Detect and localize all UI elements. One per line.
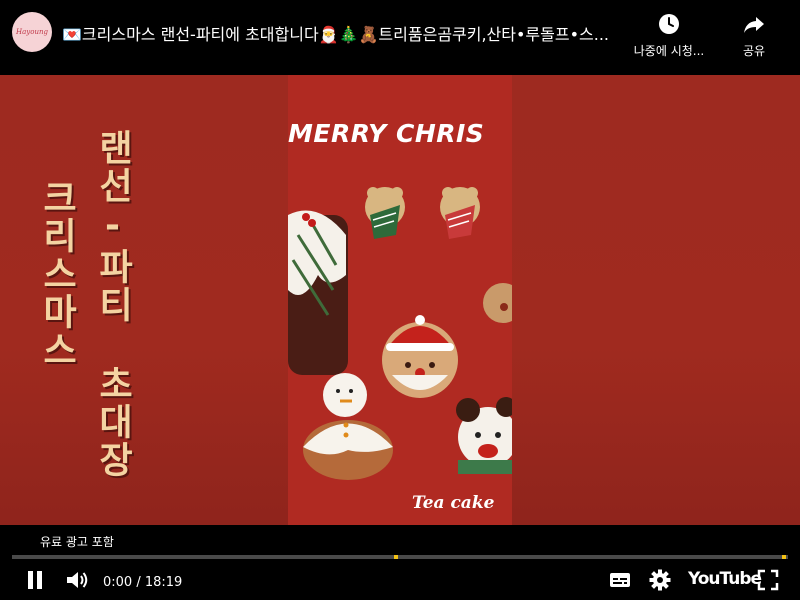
video-player[interactable]: Hayoung 💌크리스마스 랜선-파티에 초대합니다🎅🎄🧸트리품은곰쿠키,산타…: [0, 0, 800, 600]
bear-cookie-red: [440, 187, 480, 239]
clock-icon: [659, 14, 679, 34]
watch-later-label: 나중에 시청...: [633, 44, 705, 58]
share-button[interactable]: 공유: [709, 12, 799, 59]
ad-marker: [781, 555, 786, 559]
volume-button[interactable]: [64, 568, 90, 592]
share-arrow-icon: [744, 17, 764, 33]
pause-icon: [28, 571, 42, 589]
video-title[interactable]: 💌크리스마스 랜선-파티에 초대합니다🎅🎄🧸트리품은곰쿠키,산타•루돌프•스..…: [62, 21, 622, 45]
reindeer-cookie: [456, 397, 512, 474]
youtube-logo[interactable]: YouTube: [688, 569, 762, 589]
invitation-card-image: MERRY CHRIS Tea cake: [288, 75, 512, 525]
santa-cookie: [382, 315, 458, 398]
share-label: 공유: [742, 44, 766, 58]
settings-button[interactable]: [648, 568, 672, 592]
merry-christmas-text: MERRY CHRIS: [288, 119, 485, 148]
video-frame[interactable]: 크리스마스 랜선-파티 초대장 MERRY CHRIS Tea cake: [0, 75, 800, 525]
progress-bar[interactable]: [12, 555, 788, 559]
overlay-text-online-party: 랜선-파티: [92, 129, 133, 324]
captions-icon: [610, 573, 630, 587]
bear-cookie-green: [365, 187, 405, 239]
tea-cake-text: Tea cake: [412, 493, 495, 513]
overlay-text-christmas: 크리스마스: [36, 179, 77, 369]
channel-avatar-text: Hayoung: [16, 28, 48, 36]
time-display: 0:00 / 18:19: [103, 574, 183, 590]
gear-icon: [649, 569, 671, 591]
ad-marker: [393, 555, 398, 559]
pause-button[interactable]: [24, 568, 46, 592]
volume-icon: [67, 572, 88, 588]
fullscreen-icon: [757, 569, 779, 591]
paid-promotion-label: 유료 광고 포함: [40, 535, 114, 549]
fullscreen-button[interactable]: [756, 568, 780, 592]
overlay-text-invitation: 초대장: [92, 365, 133, 479]
control-bar: 유료 광고 포함 0:00 / 18:19 YouTube: [0, 525, 800, 600]
snowman-cake: [303, 373, 393, 480]
channel-avatar[interactable]: Hayoung: [12, 12, 52, 52]
subtitles-button[interactable]: [608, 568, 632, 592]
watch-later-button[interactable]: 나중에 시청...: [624, 12, 714, 59]
title-bar: Hayoung 💌크리스마스 랜선-파티에 초대합니다🎅🎄🧸트리품은곰쿠키,산타…: [0, 0, 800, 75]
